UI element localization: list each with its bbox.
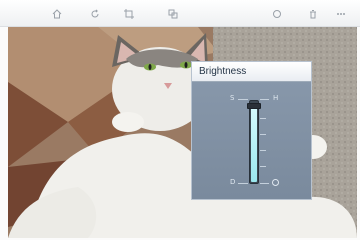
reset-icon[interactable] [272,179,279,186]
scale-tick [260,118,266,119]
top-toolbar [0,0,360,27]
brightness-slider-thumb[interactable] [247,103,261,109]
home-icon[interactable] [52,9,62,19]
more-icon[interactable] [336,9,346,19]
crop-icon[interactable] [124,9,134,19]
brightness-slider-fill [251,106,257,182]
brightness-panel-body: S H D [192,82,311,199]
brightness-panel: Brightness S H D [191,61,312,200]
scale-top-left-label: S [230,94,235,102]
scale-tick [238,183,248,184]
brightness-panel-title: Brightness [192,62,311,82]
rotate-icon[interactable] [90,9,100,19]
scale-tick [238,99,248,100]
scale-top-right-label: H [273,94,279,102]
scale-tick [260,150,266,151]
scale-tick [260,99,269,100]
photo-viewer-window: Brightness S H D [0,0,360,240]
scale-tick [260,166,266,167]
favorite-icon[interactable] [272,9,282,19]
scale-tick [260,183,269,184]
adjust-icon[interactable] [168,9,178,19]
brightness-slider-track[interactable] [249,100,259,184]
scale-tick [260,134,266,135]
scale-bottom-left-label: D [230,178,236,186]
delete-icon[interactable] [308,9,318,19]
